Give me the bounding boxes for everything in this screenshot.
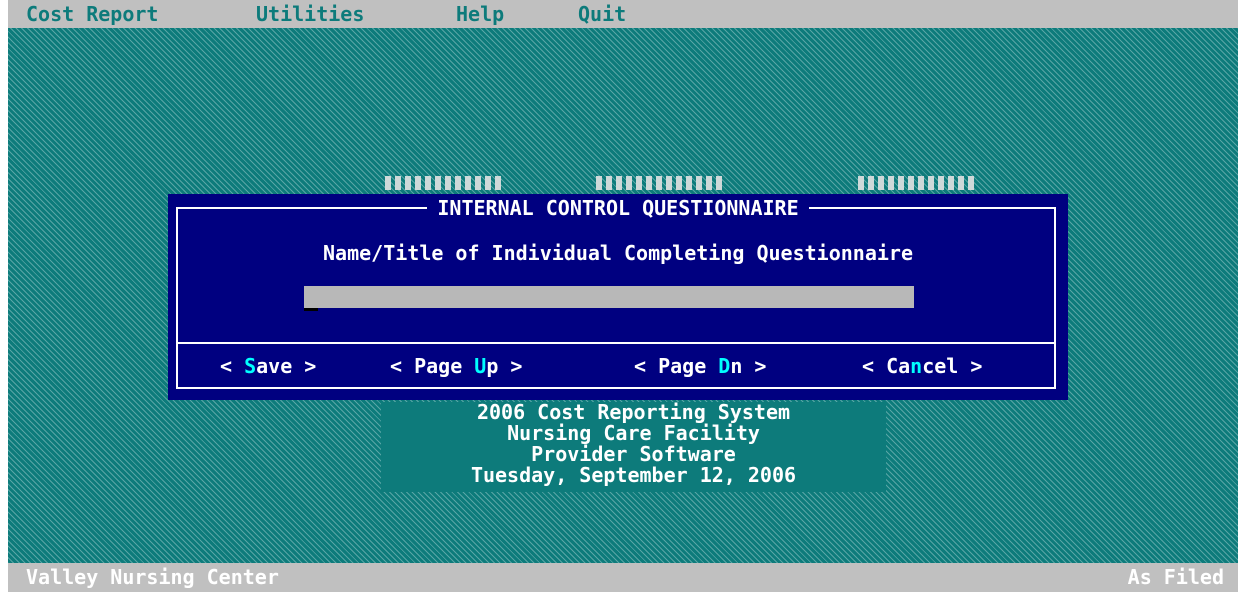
- questionnaire-dialog: INTERNAL CONTROL QUESTIONNAIRE Name/Titl…: [168, 194, 1068, 400]
- page-up-button[interactable]: < Page Up >: [390, 354, 522, 378]
- dos-screen: Cost Report Utilities Help Quit 2006 Cos…: [8, 0, 1238, 592]
- facility-name: Valley Nursing Center: [26, 565, 279, 589]
- menu-help[interactable]: Help: [456, 0, 504, 28]
- cancel-button[interactable]: < Cancel >: [862, 354, 982, 378]
- page-up-button-prefix: < Page: [390, 354, 475, 378]
- text-cursor: [304, 308, 318, 311]
- save-hotkey: S: [244, 354, 257, 378]
- page-down-button[interactable]: < Page Dn >: [634, 354, 766, 378]
- background-window-edge: [596, 176, 724, 190]
- cancel-hotkey: n: [910, 354, 923, 378]
- dialog-prompt: Name/Title of Individual Completing Ques…: [322, 241, 913, 265]
- save-button[interactable]: < Save >: [220, 354, 316, 378]
- page-up-hotkey: U: [474, 354, 487, 378]
- page-up-button-suffix: p >: [486, 354, 523, 378]
- menu-cost-report[interactable]: Cost Report: [26, 0, 158, 28]
- splash-info-box: 2006 Cost Reporting System Nursing Care …: [381, 402, 886, 492]
- background-window-edge: [385, 176, 501, 190]
- filing-status: As Filed: [1127, 565, 1224, 589]
- save-button-suffix: ave >: [256, 354, 317, 378]
- info-line: Provider Software: [531, 442, 736, 466]
- page-down-button-suffix: n >: [730, 354, 767, 378]
- status-bar: Valley Nursing Center As Filed: [8, 563, 1238, 592]
- cancel-button-suffix: cel >: [922, 354, 983, 378]
- dialog-title: INTERNAL CONTROL QUESTIONNAIRE: [168, 196, 1068, 220]
- menu-utilities[interactable]: Utilities: [256, 0, 364, 28]
- menu-bar: Cost Report Utilities Help Quit: [8, 0, 1238, 28]
- dialog-divider: [176, 342, 1056, 344]
- dialog-title-text: INTERNAL CONTROL QUESTIONNAIRE: [427, 196, 809, 220]
- cancel-button-prefix: < Ca: [862, 354, 911, 378]
- info-line: Tuesday, September 12, 2006: [470, 463, 797, 487]
- name-title-input[interactable]: [304, 286, 914, 308]
- page-down-hotkey: D: [718, 354, 731, 378]
- info-line: Nursing Care Facility: [507, 421, 760, 445]
- info-line: 2006 Cost Reporting System: [476, 400, 791, 424]
- save-button-prefix: <: [220, 354, 245, 378]
- menu-quit[interactable]: Quit: [578, 0, 626, 28]
- background-window-edge: [858, 176, 974, 190]
- page-down-button-prefix: < Page: [634, 354, 719, 378]
